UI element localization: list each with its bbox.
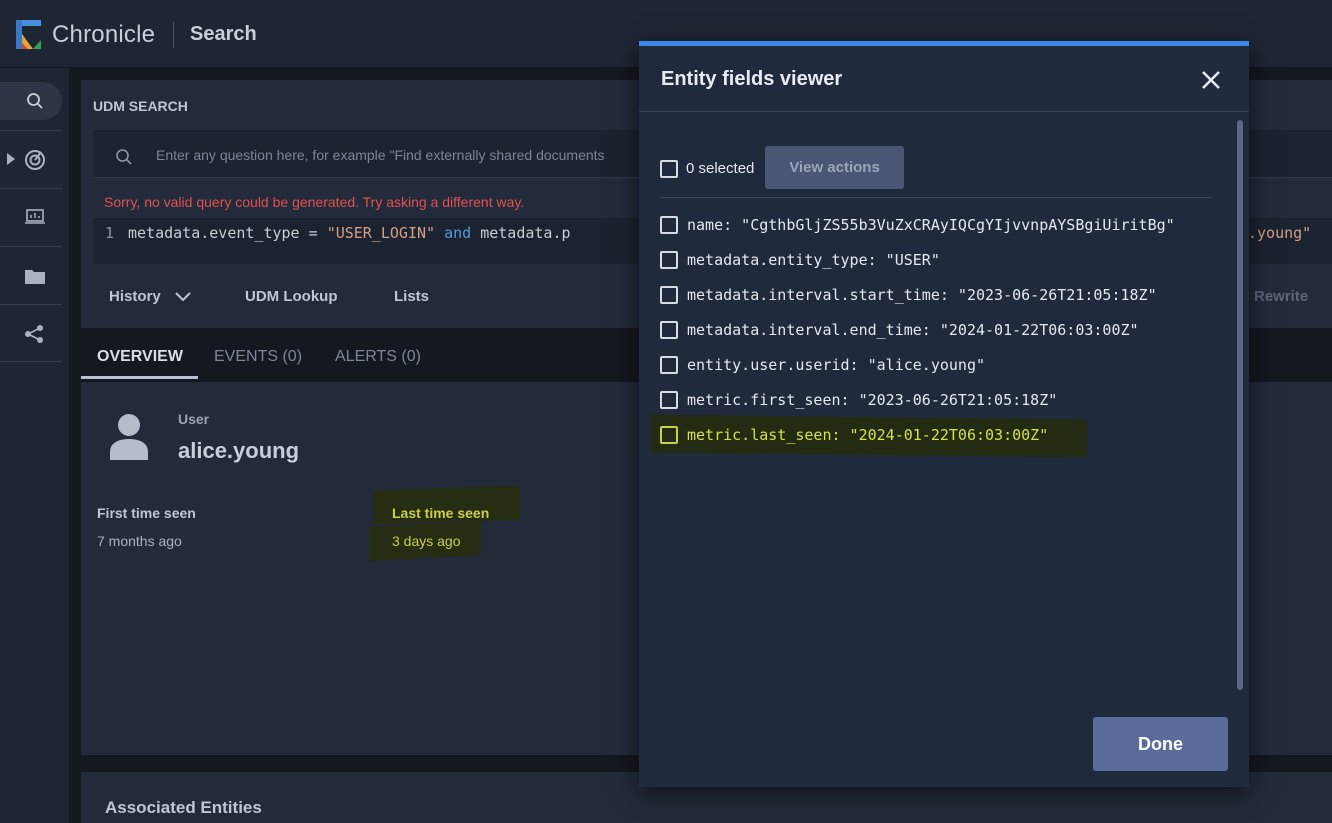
query-token: metadata.event_type = [128, 224, 327, 242]
dialog-header: Entity fields viewer [639, 46, 1249, 112]
field-row[interactable]: metric.first_seen: "2023-06-26T21:05:18Z… [660, 387, 1220, 413]
close-icon[interactable] [1197, 66, 1225, 94]
field-checkbox[interactable] [660, 356, 678, 374]
query-error-message: Sorry, no valid query could be generated… [104, 194, 525, 210]
line-number: 1 [105, 224, 115, 242]
entity-type-label: User [178, 411, 210, 427]
tab-history[interactable]: History [109, 288, 191, 305]
tab-overview[interactable]: OVERVIEW [97, 348, 183, 366]
radar-icon [25, 150, 45, 170]
field-text: metric.last_seen: "2024-01-22T06:03:00Z" [687, 426, 1049, 444]
select-all-checkbox[interactable] [660, 160, 678, 178]
brand-name: Chronicle [52, 21, 156, 48]
field-row[interactable]: entity.user.userid: "alice.young" [660, 352, 1220, 378]
first-seen-value: 7 months ago [97, 533, 182, 549]
field-text: metadata.interval.end_time: "2024-01-22T… [687, 321, 1139, 339]
field-checkbox[interactable] [660, 216, 678, 234]
field-text: metadata.interval.start_time: "2023-06-2… [687, 286, 1157, 304]
field-row[interactable]: metadata.entity_type: "USER" [660, 247, 1220, 273]
overview-tabs: OVERVIEW EVENTS (0) ALERTS (0) [81, 336, 641, 380]
field-row[interactable]: metadata.interval.end_time: "2024-01-22T… [660, 317, 1220, 343]
last-seen-value: 3 days ago [392, 533, 461, 549]
tab-udm-lookup[interactable]: UDM Lookup [245, 288, 337, 305]
topbar-divider [173, 22, 174, 48]
chevron-down-icon [175, 292, 191, 302]
caret-right-icon [7, 153, 15, 165]
left-nav [0, 68, 70, 823]
rewrite-button[interactable]: Rewrite [1254, 288, 1308, 305]
selected-count: 0 selected [686, 160, 755, 177]
search-placeholder: Enter any question here, for example "Fi… [156, 147, 605, 163]
field-row-highlighted[interactable]: metric.last_seen: "2024-01-22T06:03:00Z" [660, 422, 1220, 448]
dialog-title: Entity fields viewer [661, 68, 843, 90]
field-text: name: "CgthbGljZS55b3VuZxCRAyIQCgYIjvvnp… [687, 216, 1175, 234]
nav-search[interactable] [0, 82, 62, 120]
user-avatar-icon [110, 414, 148, 460]
selection-toolbar: 0 selected View actions [660, 146, 1212, 198]
graph-nodes-icon [25, 325, 43, 343]
done-button[interactable]: Done [1093, 717, 1228, 771]
query-token: metadata.p [480, 224, 571, 242]
field-row[interactable]: metadata.interval.start_time: "2023-06-2… [660, 282, 1220, 308]
nav-item-dashboards[interactable] [0, 188, 62, 246]
udm-search-label: UDM SEARCH [93, 98, 188, 114]
dashboard-icon [25, 209, 45, 224]
field-checkbox[interactable] [660, 286, 678, 304]
nav-item-detections[interactable] [0, 130, 62, 188]
field-text: entity.user.userid: "alice.young" [687, 356, 986, 374]
dialog-scrollbar[interactable] [1237, 120, 1243, 690]
tab-lists[interactable]: Lists [394, 288, 429, 305]
last-seen-label: Last time seen [392, 505, 490, 521]
query-tail-token: .young" [1248, 224, 1312, 242]
search-icon [116, 149, 132, 165]
view-actions-button[interactable]: View actions [765, 146, 904, 189]
nav-item-cases[interactable] [0, 246, 62, 304]
page-title: Search [190, 23, 257, 45]
entity-name: alice.young [178, 438, 300, 463]
query-keyword-token: and [435, 224, 481, 242]
tab-history-label: History [109, 288, 161, 305]
field-checkbox[interactable] [660, 426, 678, 444]
query-string-token: "USER_LOGIN" [326, 224, 436, 242]
chronicle-logo-icon [16, 20, 41, 49]
entity-fields-dialog: Entity fields viewer 0 selected View act… [639, 41, 1249, 787]
first-seen-label: First time seen [97, 505, 196, 521]
field-text: metadata.entity_type: "USER" [687, 251, 940, 269]
query-code: metadata.event_type = "USER_LOGIN" and m… [128, 224, 571, 242]
nav-item-graph[interactable] [0, 304, 62, 362]
field-checkbox[interactable] [660, 391, 678, 409]
field-checkbox[interactable] [660, 321, 678, 339]
folder-icon [25, 270, 45, 284]
search-icon [27, 93, 43, 109]
field-text: metric.first_seen: "2023-06-26T21:05:18Z… [687, 391, 1058, 409]
active-tab-indicator [81, 376, 198, 379]
field-row[interactable]: name: "CgthbGljZS55b3VuZxCRAyIQCgYIjvvnp… [660, 212, 1220, 238]
tab-events[interactable]: EVENTS (0) [214, 348, 302, 366]
field-checkbox[interactable] [660, 251, 678, 269]
tab-alerts[interactable]: ALERTS (0) [335, 348, 421, 366]
associated-entities-title: Associated Entities [105, 798, 262, 817]
